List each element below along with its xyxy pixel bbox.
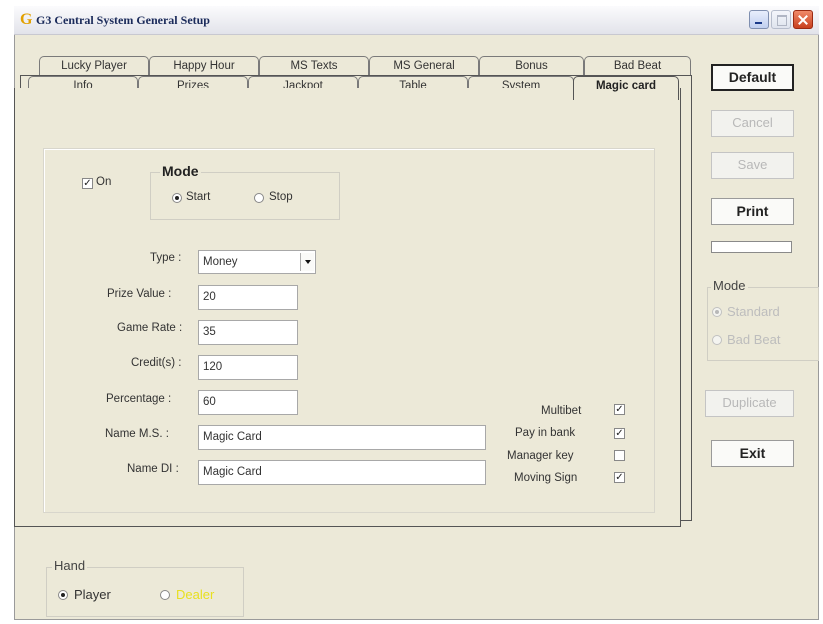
mode-stop-radio[interactable] bbox=[254, 193, 264, 203]
bad-beat-label: Bad Beat bbox=[727, 332, 781, 347]
standard-label: Standard bbox=[727, 304, 780, 319]
cancel-button[interactable]: Cancel bbox=[711, 110, 794, 137]
tab-happy-hour[interactable]: Happy Hour bbox=[149, 56, 259, 76]
chevron-down-icon[interactable] bbox=[300, 253, 314, 271]
pay-in-bank-label: Pay in bank bbox=[515, 427, 576, 439]
side-mode-group bbox=[707, 287, 819, 361]
exit-button[interactable]: Exit bbox=[711, 440, 794, 467]
tab-magic-card[interactable]: Magic card bbox=[573, 76, 679, 100]
close-button[interactable] bbox=[793, 10, 813, 29]
standard-radio[interactable] bbox=[712, 307, 722, 317]
dealer-radio[interactable] bbox=[160, 590, 170, 600]
prize-value-input[interactable]: 20 bbox=[198, 285, 298, 310]
progress-bar bbox=[711, 241, 792, 253]
on-label: On bbox=[96, 176, 112, 188]
multibet-label: Multibet bbox=[541, 405, 582, 417]
name-di-input[interactable]: Magic Card bbox=[198, 460, 486, 485]
duplicate-button[interactable]: Duplicate bbox=[705, 390, 794, 417]
bad-beat-radio[interactable] bbox=[712, 335, 722, 345]
name-di-label: Name DI : bbox=[127, 463, 179, 475]
default-button[interactable]: Default bbox=[711, 64, 794, 91]
mode-title: Mode bbox=[160, 163, 201, 179]
title-bar[interactable]: G G3 Central System General Setup bbox=[14, 6, 819, 35]
game-rate-label: Game Rate : bbox=[117, 322, 183, 334]
name-ms-input[interactable]: Magic Card bbox=[198, 425, 486, 450]
type-select[interactable]: Money bbox=[198, 250, 316, 274]
save-button[interactable]: Save bbox=[711, 152, 794, 179]
tab-bonus[interactable]: Bonus bbox=[479, 56, 584, 76]
dealer-label: Dealer bbox=[176, 587, 215, 602]
percentage-input[interactable]: 60 bbox=[198, 390, 298, 415]
type-value: Money bbox=[203, 256, 238, 268]
hand-title: Hand bbox=[52, 558, 88, 573]
moving-sign-checkbox[interactable]: ✓ bbox=[614, 472, 625, 483]
maximize-button[interactable] bbox=[771, 10, 791, 29]
credits-label: Credit(s) : bbox=[131, 357, 182, 369]
minimize-button[interactable] bbox=[749, 10, 769, 29]
type-label: Type : bbox=[150, 252, 182, 264]
percentage-label: Percentage : bbox=[106, 393, 172, 405]
credits-input[interactable]: 120 bbox=[198, 355, 298, 380]
mode-start-radio[interactable] bbox=[172, 193, 182, 203]
tab-bad-beat[interactable]: Bad Beat bbox=[584, 56, 691, 76]
tab-ms-general[interactable]: MS General bbox=[369, 56, 479, 76]
tab-lucky-player[interactable]: Lucky Player bbox=[39, 56, 149, 76]
side-mode-title: Mode bbox=[711, 278, 748, 293]
mode-start-label: Start bbox=[186, 191, 211, 203]
name-ms-label: Name M.S. : bbox=[105, 428, 169, 440]
moving-sign-label: Moving Sign bbox=[514, 472, 578, 484]
app-icon: G bbox=[20, 11, 33, 28]
player-label: Player bbox=[74, 587, 111, 602]
on-checkbox[interactable]: ✓ bbox=[82, 178, 93, 189]
prize-value-label: Prize Value : bbox=[107, 288, 172, 300]
pay-in-bank-checkbox[interactable]: ✓ bbox=[614, 428, 625, 439]
multibet-checkbox[interactable]: ✓ bbox=[614, 404, 625, 415]
game-rate-input[interactable]: 35 bbox=[198, 320, 298, 345]
manager-key-label: Manager key bbox=[507, 450, 574, 462]
tab-ms-texts[interactable]: MS Texts bbox=[259, 56, 369, 76]
title-bar-bg: G G3 Central System General Setup bbox=[14, 6, 819, 35]
window-title: G3 Central System General Setup bbox=[36, 13, 210, 27]
player-radio[interactable] bbox=[58, 590, 68, 600]
manager-key-checkbox[interactable] bbox=[614, 450, 625, 461]
mode-stop-label: Stop bbox=[269, 191, 293, 203]
print-button[interactable]: Print bbox=[711, 198, 794, 225]
